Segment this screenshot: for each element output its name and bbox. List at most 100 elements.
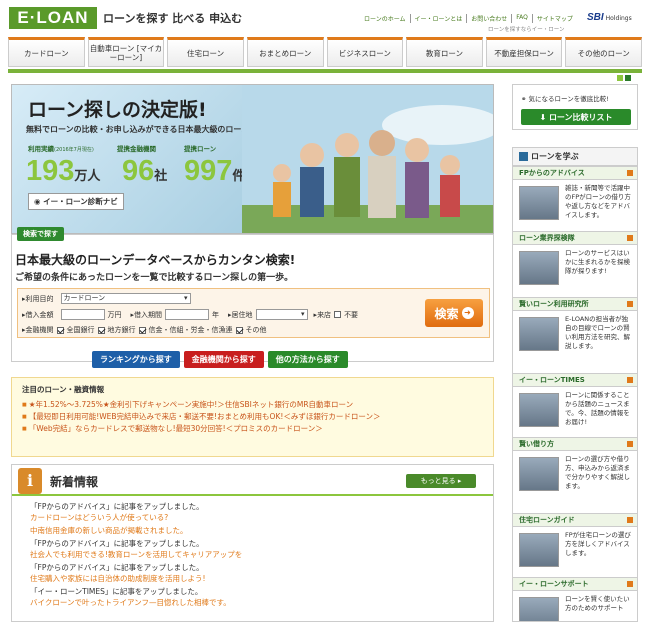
section-title: 住宅ローンガイド bbox=[513, 513, 637, 527]
sbi-logo[interactable]: SBI Holdings bbox=[587, 12, 639, 28]
inst-checkbox-national[interactable] bbox=[56, 326, 64, 334]
news-header: i 新着情報 もっと見る ▸ bbox=[12, 465, 493, 496]
featured-item[interactable]: ★年1.52%～3.725%★金利引下げキャンペーン実施中!＞住信SBIネット銀… bbox=[22, 399, 483, 411]
arrow-right-icon: ➜ bbox=[461, 307, 474, 319]
stat-label-loans: 提携ローン bbox=[184, 145, 217, 153]
period-unit: 年 bbox=[212, 310, 220, 319]
institution-label: ▸金融機関 bbox=[22, 326, 54, 334]
download-icon: ⬇ bbox=[539, 112, 549, 122]
header: E·LOAN ローンを探す 比べる 申込む ローンのホーム イー・ローンとは お… bbox=[0, 0, 650, 36]
learn-section-support[interactable]: イー・ローンサポート ローンを賢く使いたい方のためのサポート bbox=[513, 577, 637, 621]
nav-business-loan[interactable]: ビジネスローン bbox=[326, 37, 404, 67]
sbi-holdings: Holdings bbox=[605, 15, 632, 22]
main-nav: カードローン 自動車ローン [マイカーローン] 住宅ローン おまとめローン ビジ… bbox=[8, 37, 642, 67]
decor-square bbox=[617, 75, 623, 81]
top-link-sitemap[interactable]: サイトマップ bbox=[537, 14, 577, 23]
nav-education-loan[interactable]: 教育ローン bbox=[406, 37, 483, 67]
section-title: イー・ローンTIMES bbox=[513, 373, 637, 387]
top-link-faq[interactable]: FAQ bbox=[516, 14, 533, 23]
inst-label-other: その他 bbox=[245, 326, 267, 334]
learn-section-explore[interactable]: ローン業界探検隊 ローンのサービスはいかに生まれるかを探検隊が探ります! bbox=[513, 231, 637, 297]
stat-loans: 997件 bbox=[184, 155, 246, 187]
chevron-down-icon: ▾ bbox=[301, 310, 305, 318]
visit-none-label: 不要 bbox=[344, 310, 359, 319]
top-link-about[interactable]: イー・ローンとは bbox=[415, 14, 468, 23]
nav-real-estate-loan[interactable]: 不動産担保ローン bbox=[485, 37, 563, 67]
diag-navi-link[interactable]: ◉ イー・ローン診断ナビ bbox=[28, 193, 124, 210]
search-method-tabs: ランキングから探す 金融機関から探す 他の方法から探す bbox=[92, 351, 348, 368]
nav-car-loan[interactable]: 自動車ローン [マイカーローン] bbox=[87, 37, 165, 67]
compare-banner[interactable]: ⚭ 気になるローンを徹底比較! ⬇ ローン比較リスト bbox=[512, 84, 638, 130]
search-subheading: ご希望の条件にあったローンを一覧で比較するローン探しの第一歩。 bbox=[15, 273, 294, 283]
thumb-image bbox=[519, 317, 559, 351]
featured-item[interactable]: 「Web完結」ならカードレスで郵送物なし!最短30分回答!＜プロミスのカードロー… bbox=[22, 423, 483, 435]
thumb-image bbox=[519, 457, 559, 491]
learn-section-housing[interactable]: 住宅ローンガイド FPが住宅ローンの選び方を詳しくアドバイスします。 bbox=[513, 513, 637, 577]
news-item[interactable]: 「FPからのアドバイス」に記事をアップしました。 社会人でも利用できる!教育ローン… bbox=[30, 538, 493, 560]
nav-consolidation-loan[interactable]: おまとめローン bbox=[246, 37, 324, 67]
inst-checkbox-regional[interactable] bbox=[97, 326, 105, 334]
thumb-image bbox=[519, 533, 559, 567]
sbi-mark: SBI bbox=[587, 12, 604, 23]
decor-square bbox=[625, 75, 631, 81]
news-item[interactable]: 「FPからのアドバイス」に記事をアップしました。 カードローンはどういう人が使って… bbox=[30, 501, 493, 523]
inst-checkbox-other[interactable] bbox=[235, 326, 243, 334]
family-photo bbox=[242, 85, 493, 233]
compare-list-button[interactable]: ⬇ ローン比較リスト bbox=[521, 109, 631, 125]
chevron-down-icon: ▾ bbox=[184, 294, 188, 302]
stat-label-institutions: 提携金融機関 bbox=[117, 145, 156, 153]
news-item[interactable]: 中南信用金庫の新しい商品が掲載されました。 bbox=[30, 525, 493, 536]
inst-checkbox-shinkin[interactable] bbox=[138, 326, 146, 334]
inst-label-national: 全国銀行 bbox=[66, 326, 95, 334]
section-title: ローン業界探検隊 bbox=[513, 231, 637, 245]
news-item[interactable]: 「FPからのアドバイス」に記事をアップしました。 住宅購入や家族には自治体の助成制… bbox=[30, 562, 493, 584]
news-list: 「FPからのアドバイス」に記事をアップしました。 カードローンはどういう人が使って… bbox=[12, 496, 493, 608]
section-title: イー・ローンサポート bbox=[513, 577, 637, 591]
learn-header: ローンを学ぶ bbox=[513, 148, 637, 166]
diag-navi-icon: ◉ bbox=[34, 197, 44, 206]
period-label: ▸借入期間 bbox=[130, 310, 163, 319]
learn-section-fp[interactable]: FPからのアドバイス 雑誌・新聞等で活躍中のFPがローンの借り方や返し方などをア… bbox=[513, 166, 637, 231]
learn-section-times[interactable]: イー・ローンTIMES ローンに関係することから話題のニュースまで。今、話題の情… bbox=[513, 373, 637, 437]
site-logo[interactable]: E·LOAN bbox=[9, 7, 97, 29]
nav-other-loan[interactable]: その他のローン bbox=[565, 37, 642, 67]
search-panel: 検索で探す 日本最大級のローンデータベースからカンタン検索! ご希望の条件にあっ… bbox=[11, 227, 494, 368]
thumb-image bbox=[519, 393, 559, 427]
visit-none-checkbox[interactable] bbox=[334, 311, 342, 318]
section-title: 賢い借り方 bbox=[513, 437, 637, 451]
stat-institutions: 96社 bbox=[122, 155, 168, 187]
top-links: ローンのホーム イー・ローンとは お問い合わせ FAQ サイトマップ bbox=[364, 14, 577, 23]
top-link-contact[interactable]: お問い合わせ bbox=[471, 14, 513, 23]
learn-section-lab[interactable]: 賢いローン利用研究所 E-LOANの担当者が独自の目線でローンの賢い利用方法を研… bbox=[513, 297, 637, 373]
nav-underline bbox=[8, 69, 642, 73]
compare-banner-text: ⚭ 気になるローンを徹底比較! bbox=[521, 95, 609, 103]
search-heading: 日本最大級のローンデータベースからカンタン検索! bbox=[15, 253, 296, 267]
top-link-home[interactable]: ローンのホーム bbox=[364, 14, 411, 23]
amount-input[interactable] bbox=[60, 309, 105, 320]
period-input[interactable] bbox=[165, 309, 210, 320]
area-select[interactable]: ▾ bbox=[255, 309, 308, 320]
news-item[interactable]: 「イー・ローンTIMES」に記事をアップしました。 バイクローンで叶ったトライアン… bbox=[30, 586, 493, 608]
purpose-label: ▸利用目的 bbox=[22, 294, 54, 303]
tab-other-method[interactable]: 他の方法から探す bbox=[267, 351, 348, 368]
visit-label: ▸来店 bbox=[313, 310, 332, 319]
nav-card-loan[interactable]: カードローン bbox=[8, 37, 85, 67]
section-title: FPからのアドバイス bbox=[513, 166, 637, 180]
info-icon: i bbox=[18, 468, 42, 494]
tab-institution[interactable]: 金融機関から探す bbox=[183, 351, 264, 368]
search-button[interactable]: 検索 ➜ bbox=[425, 299, 483, 327]
tab-ranking[interactable]: ランキングから探す bbox=[92, 351, 180, 368]
more-button[interactable]: もっと見る ▸ bbox=[406, 474, 476, 488]
sbi-subtext: ローンを探すならイー・ローン bbox=[488, 27, 565, 33]
thumb-image bbox=[519, 597, 559, 621]
news-title: 新着情報 bbox=[50, 475, 99, 489]
amount-unit: 万円 bbox=[107, 310, 122, 319]
inst-label-shinkin: 信金・信組・労金・信漁連 bbox=[148, 326, 233, 334]
nav-housing-loan[interactable]: 住宅ローン bbox=[167, 37, 244, 67]
purpose-select[interactable]: カードローン ▾ bbox=[60, 293, 191, 304]
hero-banner[interactable]: ローン探しの決定版! 無料でローンの比較・お申し込みができる日本最大級のローンデ… bbox=[11, 84, 494, 234]
area-label: ▸居住地 bbox=[228, 310, 253, 319]
learn-section-howto[interactable]: 賢い借り方 ローンの選び方や借り方、申込みから返済まで分かりやすく解説します。 bbox=[513, 437, 637, 513]
featured-item[interactable]: 【最短即日利用可能!WEB完結申込みで来店・郵送不要!おまとめ利用もOK!＜みず… bbox=[22, 411, 483, 423]
stat-label-users: 利用実績(2016年7月現在) bbox=[28, 145, 94, 153]
